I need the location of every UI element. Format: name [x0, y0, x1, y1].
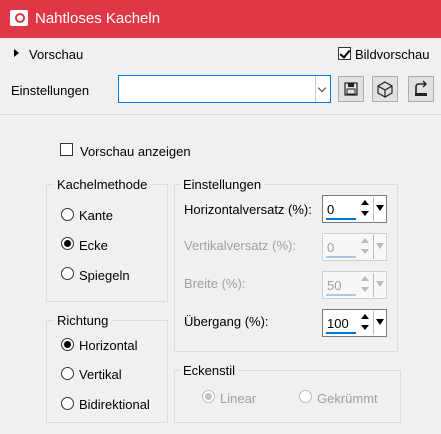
value-slider-line [326, 218, 356, 220]
kachelmethode-title: Kachelmethode [54, 177, 151, 192]
horizontalversatz-value: 0 [327, 202, 335, 217]
radio-gekruemmt-label: Gekrümmt [317, 391, 378, 406]
preview-toggle-label[interactable]: Vorschau [29, 47, 83, 62]
breite-label: Breite (%): [184, 276, 246, 291]
cube-icon [377, 81, 393, 98]
radio-spiegeln[interactable] [61, 267, 74, 280]
radio-ecke-label: Ecke [79, 238, 108, 253]
dropdown-arrow-icon[interactable] [373, 273, 386, 297]
horizontalversatz-label: Horizontalversatz (%): [184, 202, 312, 217]
radio-horizontal-label: Horizontal [79, 338, 138, 353]
breite-spinbox[interactable]: 50 [322, 271, 387, 299]
radio-horizontal[interactable] [61, 338, 74, 351]
uebergang-label: Übergang (%): [184, 314, 269, 329]
dropdown-arrow-icon[interactable] [373, 197, 386, 221]
value-slider-line [326, 256, 356, 258]
radio-linear[interactable] [202, 390, 215, 403]
radio-bidirektional[interactable] [61, 397, 74, 410]
value-slider-line [326, 294, 356, 296]
value-slider-line [326, 332, 356, 334]
radio-vertikal[interactable] [61, 367, 74, 380]
show-preview-checkbox[interactable] [60, 143, 73, 156]
vertikalversatz-value: 0 [327, 240, 335, 255]
horizontalversatz-spinbox[interactable]: 0 [322, 195, 387, 223]
radio-kante[interactable] [61, 208, 74, 221]
bildvorschau-label: Bildvorschau [355, 47, 430, 62]
dropdown-arrow-icon[interactable] [373, 311, 386, 335]
einstellungen-title: Einstellungen [180, 177, 265, 192]
app-camera-icon [10, 10, 28, 26]
eckenstil-title: Eckenstil [180, 363, 239, 378]
radio-vertikal-label: Vertikal [79, 367, 122, 382]
radio-ecke[interactable] [61, 237, 74, 250]
show-preview-label: Vorschau anzeigen [80, 144, 191, 159]
radio-kante-label: Kante [79, 208, 113, 223]
spin-arrows-icon[interactable] [359, 197, 371, 221]
divider [0, 114, 441, 115]
spin-arrows-icon[interactable] [359, 311, 371, 335]
vertikalversatz-spinbox[interactable]: 0 [322, 233, 387, 261]
settings-label: Einstellungen [11, 83, 90, 98]
spin-arrows-icon[interactable] [359, 235, 371, 259]
window-title: Nahtloses Kacheln [35, 10, 161, 27]
uebergang-value: 100 [327, 316, 349, 331]
radio-gekruemmt[interactable] [299, 390, 312, 403]
radio-bidirektional-label: Bidirektional [79, 397, 150, 412]
save-icon [344, 82, 358, 96]
reset-button[interactable] [408, 76, 434, 102]
dropdown-arrow-icon[interactable] [373, 235, 386, 259]
settings-combo[interactable] [118, 75, 331, 103]
bildvorschau-checkbox[interactable] [338, 47, 351, 60]
breite-value: 50 [327, 278, 342, 293]
cube-button[interactable] [372, 76, 398, 102]
uebergang-spinbox[interactable]: 100 [322, 309, 387, 337]
save-button[interactable] [338, 76, 364, 102]
radio-linear-label: Linear [220, 391, 257, 406]
chevron-down-icon[interactable] [315, 76, 330, 102]
vertikalversatz-label: Vertikalversatz (%): [184, 238, 296, 253]
spin-arrows-icon[interactable] [359, 273, 371, 297]
expand-arrow-icon[interactable] [14, 49, 19, 57]
reset-icon [415, 80, 427, 96]
richtung-title: Richtung [54, 313, 112, 328]
radio-spiegeln-label: Spiegeln [79, 268, 130, 283]
